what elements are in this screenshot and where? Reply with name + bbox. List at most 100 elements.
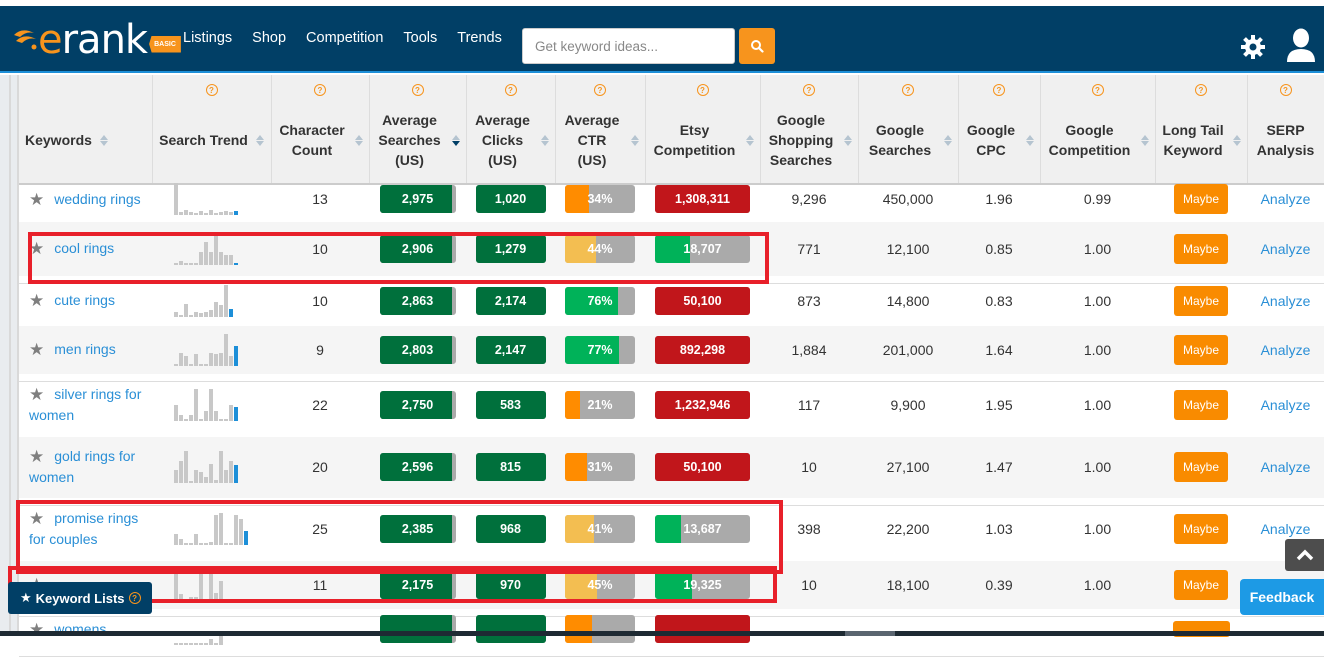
nav-tools[interactable]: Tools (403, 30, 437, 46)
analyze-link[interactable]: Analyze (1261, 241, 1311, 257)
long-tail-maybe-button[interactable]: Maybe (1173, 285, 1229, 316)
help-icon[interactable]: ? (594, 84, 606, 96)
keyword-link[interactable]: promise rings for couples (29, 510, 138, 547)
sort-icon[interactable] (540, 134, 549, 146)
column-header-google-competition[interactable]: ? Google Competition (1040, 75, 1156, 185)
user-icon[interactable] (1286, 28, 1316, 64)
analyze-link[interactable]: Analyze (1261, 191, 1311, 207)
search-button[interactable] (739, 28, 775, 64)
help-icon[interactable]: ? (803, 84, 815, 96)
sort-icon[interactable] (1025, 134, 1034, 146)
character-count: 11 (271, 560, 369, 610)
erank-logo[interactable]: erank BASIC (12, 20, 181, 60)
long-tail-maybe-button[interactable]: Maybe (1173, 452, 1229, 482)
star-icon[interactable]: ★ (29, 508, 44, 529)
star-icon[interactable]: ★ (29, 384, 44, 405)
keyword-link[interactable]: silver rings for women (29, 386, 141, 423)
long-tail-maybe-button[interactable]: Maybe (1173, 184, 1229, 215)
keyword-cell: ★ womens (19, 609, 152, 650)
sort-icon[interactable] (354, 134, 363, 146)
trend-bar (239, 519, 243, 545)
scroll-to-top-button[interactable] (1285, 539, 1324, 571)
help-icon[interactable]: ? (1195, 84, 1207, 96)
column-header-character-count[interactable]: ? Character Count (271, 75, 370, 185)
avg-clicks-bar: 2,174 (475, 286, 546, 315)
sort-icon[interactable] (99, 134, 108, 146)
sort-icon[interactable] (630, 134, 639, 146)
column-header-google-cpc[interactable]: ? Google CPC (958, 75, 1041, 185)
avg-ctr-bar-fill (565, 615, 592, 643)
trend-bar (214, 354, 218, 366)
star-icon[interactable]: ★ (29, 339, 44, 360)
star-icon[interactable]: ★ (29, 619, 44, 640)
star-icon[interactable]: ★ (29, 446, 44, 467)
help-icon[interactable]: ? (696, 84, 709, 96)
keyword-link[interactable]: cool rings (54, 240, 114, 256)
keyword-link[interactable]: cute rings (54, 292, 115, 308)
sort-icon[interactable] (451, 134, 460, 146)
help-icon[interactable]: ? (1091, 84, 1104, 96)
help-icon[interactable]: ? (411, 84, 424, 96)
star-icon[interactable]: ★ (29, 189, 44, 210)
long-tail-maybe-button[interactable]: Maybe (1173, 390, 1229, 420)
horizontal-scrollbar[interactable] (0, 631, 1324, 636)
scrollbar-thumb[interactable] (845, 631, 895, 636)
nav-listings[interactable]: Listings (183, 30, 232, 46)
nav-trends[interactable]: Trends (457, 30, 502, 46)
sort-icon[interactable] (843, 134, 852, 146)
column-header-average-ctr-us[interactable]: ? Average CTR (US) (555, 75, 646, 185)
trend-bar (229, 308, 233, 317)
analyze-link[interactable]: Analyze (1261, 521, 1311, 537)
column-header-google-searches[interactable]: ? Google Searches (858, 75, 959, 185)
trend-bar (174, 533, 178, 545)
sort-icon[interactable] (1232, 134, 1241, 146)
analyze-link[interactable]: Analyze (1261, 459, 1311, 475)
trend-bar (234, 406, 238, 421)
sort-icon[interactable] (1140, 134, 1149, 146)
column-header-long-tail-keyword[interactable]: ? Long Tail Keyword (1155, 75, 1248, 185)
long-tail-maybe-button[interactable]: Maybe (1173, 569, 1229, 600)
gear-icon[interactable] (1240, 34, 1266, 60)
keyword-link[interactable]: gold rings for women (29, 448, 135, 485)
help-icon[interactable]: ? (993, 84, 1005, 96)
etsy-competition-bar-value: 13,687 (683, 522, 722, 536)
help-icon[interactable]: ? (1279, 84, 1292, 96)
nav-competition[interactable]: Competition (306, 30, 383, 46)
long-tail-maybe-button[interactable]: Maybe (1173, 514, 1229, 544)
column-header-google-shopping-searches[interactable]: ? Google Shopping Searches (760, 75, 859, 185)
avg-clicks-cell: 1,279 (466, 221, 555, 277)
column-header-average-clicks-us[interactable]: ? Average Clicks (US) (466, 75, 556, 185)
star-icon[interactable]: ★ (29, 290, 44, 311)
help-icon[interactable]: ? (205, 84, 218, 96)
keyword-link[interactable]: men rings (54, 341, 115, 357)
trend-bar (214, 643, 218, 645)
column-header-keywords[interactable]: Keywords (19, 75, 153, 185)
avg-clicks-cell (466, 609, 555, 650)
keyword-search-input[interactable] (522, 28, 735, 64)
column-header-etsy-competition[interactable]: ? Etsy Competition (645, 75, 761, 185)
keyword-lists-button[interactable]: ★ Keyword Lists ? (8, 582, 152, 614)
analyze-link[interactable]: Analyze (1261, 342, 1311, 358)
etsy-competition-bar-value: 50,100 (683, 293, 722, 308)
keyword-link[interactable]: wedding rings (54, 191, 140, 207)
trend-bar (174, 405, 178, 421)
sort-icon[interactable] (255, 134, 264, 146)
long-tail-maybe-button[interactable]: Maybe (1173, 233, 1229, 264)
feedback-button[interactable]: Feedback (1240, 579, 1324, 615)
column-header-search-trend[interactable]: ? Search Trend (152, 75, 272, 185)
star-icon[interactable]: ★ (29, 238, 44, 259)
nav-shop[interactable]: Shop (252, 30, 286, 46)
analyze-link[interactable]: Analyze (1261, 397, 1311, 413)
column-header-serp-analysis[interactable]: ? SERP Analysis (1247, 75, 1324, 185)
sort-icon[interactable] (745, 134, 754, 146)
analyze-link[interactable]: Analyze (1261, 293, 1311, 309)
help-icon[interactable]: ? (504, 84, 517, 96)
trend-bar (179, 352, 183, 366)
help-icon[interactable]: ? (902, 84, 914, 96)
sort-icon[interactable] (943, 134, 952, 146)
avg-searches-bar-value: 2,975 (401, 192, 434, 207)
column-header-average-searches-us[interactable]: ? Average Searches (US) (369, 75, 467, 185)
google-competition: 1.00 (1040, 498, 1155, 561)
help-icon[interactable]: ? (314, 84, 326, 96)
long-tail-maybe-button[interactable]: Maybe (1173, 334, 1229, 365)
